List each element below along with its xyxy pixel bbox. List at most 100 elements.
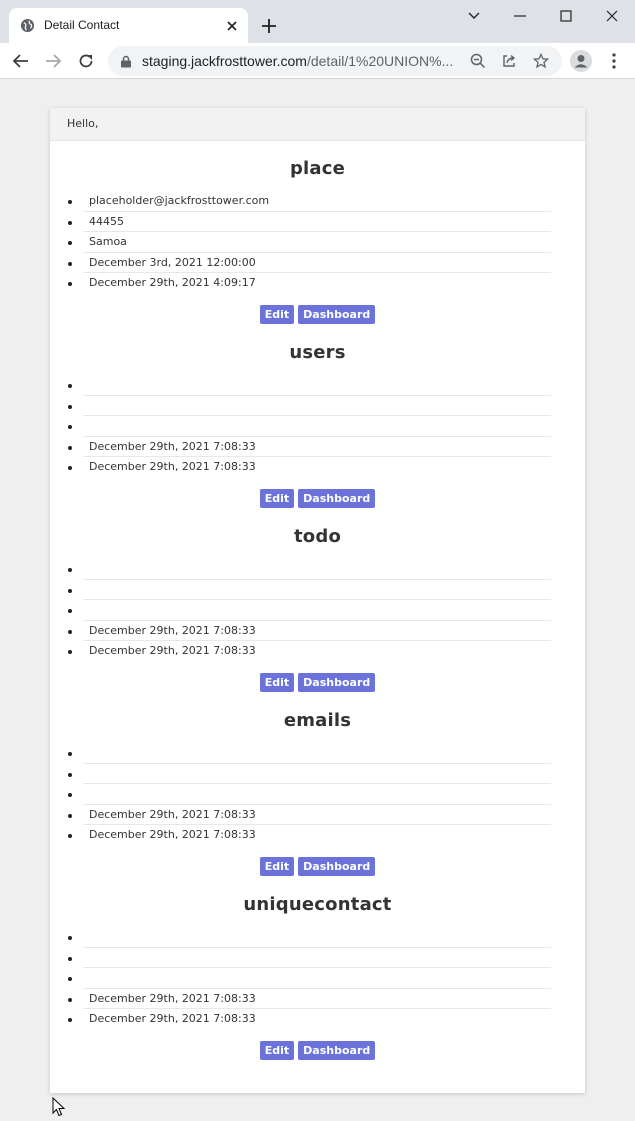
bullet-icon — [68, 384, 72, 388]
address-bar[interactable]: staging.jackfrosttower.com/detail/1%20UN… — [108, 46, 562, 76]
detail-list: placeholder@jackfrosttower.com 44455 Samoa… — [68, 191, 551, 294]
list-item-text: December 29th, 2021 7:08:33 — [89, 807, 256, 821]
bullet-icon — [68, 282, 72, 287]
bullet-icon — [68, 466, 72, 471]
plus-icon[interactable] — [260, 17, 278, 35]
bullet-icon — [68, 936, 72, 940]
list-item — [68, 784, 551, 805]
list-item: December 29th, 2021 7:08:33 — [68, 1009, 551, 1030]
action-buttons: Edit Dashboard — [50, 673, 585, 692]
bullet-icon — [68, 650, 72, 655]
dashboard-button[interactable]: Dashboard — [298, 305, 376, 324]
list-item-text: December 29th, 2021 7:08:33 — [89, 439, 256, 453]
chevron-down-icon[interactable] — [466, 8, 482, 24]
list-item-text: Samoa — [89, 235, 127, 249]
tab-title: Detail Contact — [44, 18, 120, 32]
bullet-icon — [68, 200, 72, 204]
list-item-text: December 29th, 2021 7:08:33 — [89, 991, 256, 1005]
list-item-text: December 29th, 2021 7:08:33 — [89, 460, 256, 474]
bullet-icon — [68, 813, 72, 818]
star-icon[interactable] — [533, 53, 549, 69]
dashboard-button[interactable]: Dashboard — [298, 673, 376, 692]
kebab-menu-icon[interactable] — [606, 52, 622, 70]
bullet-icon — [68, 629, 72, 634]
url-host: staging.jackfrosttower.com — [142, 53, 307, 69]
bullet-icon — [68, 752, 72, 756]
dashboard-button[interactable]: Dashboard — [298, 1041, 376, 1060]
list-item — [68, 580, 551, 601]
bullet-icon — [68, 977, 72, 982]
edit-button[interactable]: Edit — [259, 1041, 295, 1060]
detail-list: December 29th, 2021 7:08:33 December 29th… — [68, 559, 551, 662]
close-icon[interactable] — [224, 18, 240, 34]
list-item — [68, 375, 551, 396]
greeting-header: Hello, — [50, 108, 585, 141]
arrow-right-icon[interactable] — [44, 52, 62, 70]
list-item-text: December 29th, 2021 7:08:33 — [89, 623, 256, 637]
action-buttons: Edit Dashboard — [50, 1041, 585, 1060]
dashboard-button[interactable]: Dashboard — [298, 857, 376, 876]
list-item: December 29th, 2021 7:08:33 — [68, 457, 551, 478]
bullet-icon — [68, 588, 72, 593]
detail-section: place placeholder@jackfrosttower.com 44455… — [50, 158, 585, 324]
list-item: December 3rd, 2021 12:00:00 — [68, 253, 551, 274]
list-item-text: placeholder@jackfrosttower.com — [89, 194, 270, 207]
list-item-text: December 29th, 2021 7:08:33 — [89, 828, 256, 842]
list-item — [68, 948, 551, 969]
bullet-icon — [68, 956, 72, 961]
browser-toolbar: staging.jackfrosttower.com/detail/1%20UN… — [0, 43, 635, 79]
list-item: December 29th, 2021 4:09:17 — [68, 273, 551, 294]
list-item-text: December 29th, 2021 4:09:17 — [89, 276, 256, 290]
bullet-icon — [68, 220, 72, 225]
bullet-icon — [68, 425, 72, 430]
action-buttons: Edit Dashboard — [50, 305, 585, 324]
section-title: place — [289, 158, 346, 179]
browser-tab[interactable]: Detail Contact — [9, 8, 248, 43]
url-text[interactable]: staging.jackfrosttower.com/detail/1%20UN… — [142, 53, 453, 69]
globe-icon — [20, 18, 35, 33]
detail-section: uniquecontact December 29th, 2021 7:08:33… — [50, 894, 585, 1060]
list-item-text: December 29th, 2021 7:08:33 — [89, 644, 256, 658]
zoom-out-icon[interactable] — [470, 53, 486, 69]
list-item — [68, 764, 551, 785]
share-icon[interactable] — [501, 53, 517, 69]
edit-button[interactable]: Edit — [259, 305, 295, 324]
greeting-text: Hello, — [67, 117, 99, 130]
section-title: emails — [283, 710, 352, 731]
bullet-icon — [68, 1018, 72, 1023]
bullet-icon — [68, 834, 72, 839]
list-item: December 29th, 2021 7:08:33 — [68, 641, 551, 662]
bullet-icon — [68, 241, 72, 246]
bullet-icon — [68, 568, 72, 572]
section-title: uniquecontact — [243, 894, 392, 915]
detail-list: December 29th, 2021 7:08:33 December 29th… — [68, 927, 551, 1030]
minimize-icon[interactable] — [512, 8, 528, 24]
edit-button[interactable]: Edit — [259, 489, 295, 508]
window-close-icon[interactable] — [604, 8, 620, 24]
list-item: placeholder@jackfrosttower.com — [68, 191, 551, 212]
arrow-left-icon[interactable] — [12, 52, 30, 70]
list-item: Samoa — [68, 232, 551, 253]
bullet-icon — [68, 609, 72, 614]
list-item: December 29th, 2021 7:08:33 — [68, 621, 551, 642]
list-item — [68, 396, 551, 417]
detail-list: December 29th, 2021 7:08:33 December 29th… — [68, 743, 551, 846]
action-buttons: Edit Dashboard — [50, 857, 585, 876]
detail-section: users December 29th, 2021 7:08:33 December… — [50, 342, 585, 508]
list-item-text: December 29th, 2021 7:08:33 — [89, 1012, 256, 1026]
list-item-text: 44455 — [89, 214, 124, 228]
mouse-pointer-icon — [52, 1097, 66, 1117]
section-title: todo — [293, 526, 342, 547]
bullet-icon — [68, 997, 72, 1002]
bullet-icon — [68, 445, 72, 450]
reload-icon[interactable] — [77, 52, 95, 70]
maximize-icon[interactable] — [558, 8, 574, 24]
lock-icon[interactable] — [120, 55, 132, 68]
profile-icon[interactable] — [570, 50, 592, 72]
edit-button[interactable]: Edit — [259, 857, 295, 876]
bullet-icon — [68, 404, 72, 409]
list-item — [68, 927, 551, 948]
edit-button[interactable]: Edit — [259, 673, 295, 692]
dashboard-button[interactable]: Dashboard — [298, 489, 376, 508]
bullet-icon — [68, 261, 72, 266]
